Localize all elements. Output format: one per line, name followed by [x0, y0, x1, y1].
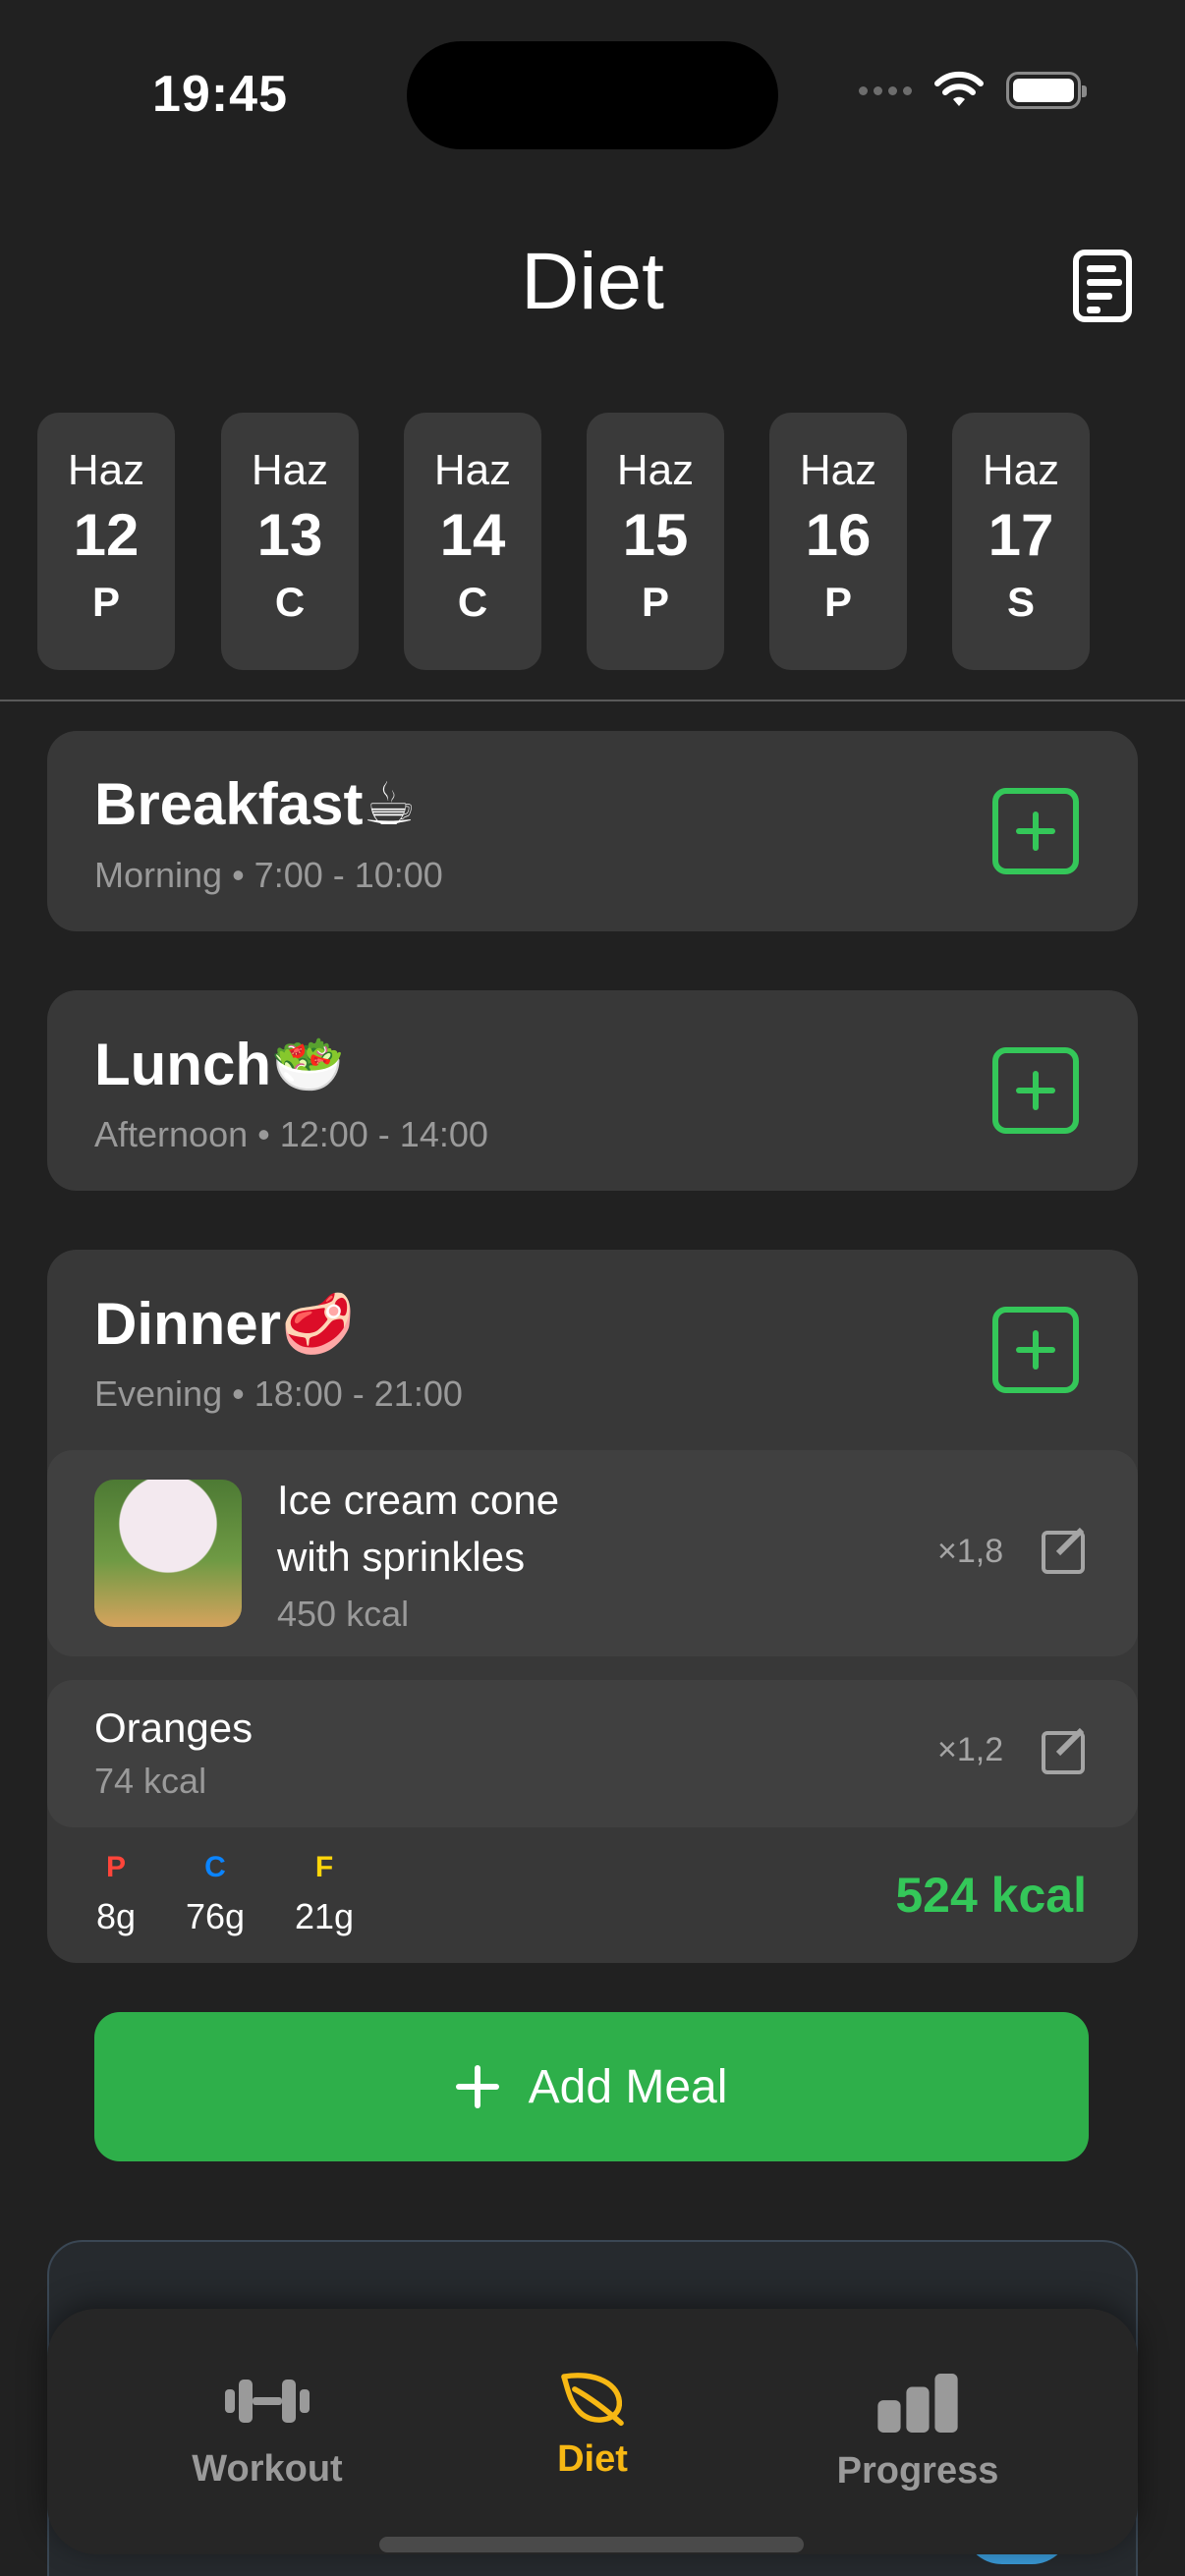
- plus-icon: [455, 2065, 499, 2108]
- day-month: Haz: [616, 446, 695, 494]
- edit-icon[interactable]: [1042, 1731, 1085, 1774]
- tab-diet[interactable]: Diet: [445, 2368, 740, 2481]
- day-number: 17: [988, 502, 1054, 568]
- day-card[interactable]: Haz 13 C: [221, 413, 359, 670]
- meal-total-kcal: 524 kcal: [895, 1868, 1087, 1923]
- add-food-button[interactable]: [992, 788, 1079, 874]
- day-month: Haz: [251, 446, 329, 494]
- divider: [0, 700, 1185, 701]
- tab-label: Diet: [557, 2438, 628, 2480]
- day-weekday: C: [274, 579, 306, 625]
- day-card[interactable]: Haz 14 C: [404, 413, 541, 670]
- day-weekday: P: [823, 579, 852, 625]
- tab-label: Workout: [192, 2448, 343, 2490]
- food-kcal: 74 kcal: [94, 1761, 207, 1801]
- meal-time-range: Morning • 7:00 - 10:00: [94, 855, 443, 895]
- meal-title: Lunch🥗: [94, 1032, 345, 1097]
- day-month: Haz: [67, 446, 145, 494]
- dumbbell-icon: [225, 2380, 310, 2423]
- macro-fat-label: F: [314, 1851, 334, 1883]
- food-item[interactable]: Oranges 74 kcal ×1,2: [47, 1680, 1138, 1827]
- day-number: 14: [439, 502, 506, 568]
- bar-chart-icon: [877, 2374, 958, 2433]
- macro-protein: P 8g: [94, 1851, 138, 1937]
- food-name-line2: with sprinkles: [277, 1534, 526, 1580]
- edit-icon[interactable]: [1042, 1531, 1085, 1574]
- day-month: Haz: [982, 446, 1060, 494]
- food-image: [94, 1480, 242, 1627]
- day-weekday: C: [457, 579, 488, 625]
- tab-workout[interactable]: Workout: [120, 2372, 415, 2491]
- food-multiplier: ×1,2: [937, 1731, 1004, 1768]
- day-month: Haz: [433, 446, 512, 494]
- day-number: 16: [805, 502, 872, 568]
- add-meal-label: Add Meal: [528, 2060, 728, 2113]
- day-number: 15: [622, 502, 689, 568]
- meal-card-breakfast: Breakfast☕ Morning • 7:00 - 10:00: [47, 731, 1138, 931]
- day-weekday: S: [1006, 579, 1035, 625]
- home-indicator[interactable]: [379, 2537, 804, 2552]
- macro-carbs-value: 76g: [185, 1896, 246, 1936]
- leaf-icon: [561, 2373, 624, 2427]
- meal-title: Dinner🥩: [94, 1291, 355, 1357]
- tab-progress[interactable]: Progress: [770, 2374, 1065, 2492]
- day-number: 13: [256, 502, 323, 568]
- macro-protein-value: 8g: [95, 1896, 137, 1936]
- battery-icon: [1006, 72, 1087, 109]
- day-weekday: P: [641, 579, 669, 625]
- food-multiplier: ×1,8: [937, 1533, 1004, 1570]
- macro-carbs: C 76g: [183, 1851, 248, 1937]
- macro-carbs-label: C: [204, 1851, 226, 1883]
- page-title: Diet: [521, 237, 664, 326]
- tab-bar: Workout Diet Progress: [47, 2309, 1138, 2554]
- day-weekday: P: [91, 579, 120, 625]
- food-name: Oranges: [94, 1705, 254, 1751]
- status-time: 19:45: [152, 66, 288, 123]
- day-card[interactable]: Haz 15 P: [587, 413, 724, 670]
- day-card[interactable]: Haz 17 S: [952, 413, 1090, 670]
- meal-card-dinner: Dinner🥩 Evening • 18:00 - 21:00 Ice crea…: [47, 1250, 1138, 1963]
- food-name-line1: Ice cream cone: [277, 1477, 560, 1523]
- food-item[interactable]: Ice cream cone with sprinkles 450 kcal ×…: [47, 1450, 1138, 1656]
- day-month: Haz: [799, 446, 877, 494]
- macro-fat: F 21g: [295, 1851, 354, 1937]
- add-meal-button[interactable]: Add Meal: [94, 2012, 1089, 2161]
- food-kcal: 450 kcal: [277, 1594, 410, 1634]
- meal-card-lunch: Lunch🥗 Afternoon • 12:00 - 14:00: [47, 990, 1138, 1191]
- tab-label: Progress: [836, 2450, 999, 2492]
- day-number: 12: [73, 502, 140, 568]
- dynamic-island: [407, 41, 778, 149]
- day-card[interactable]: Haz 16 P: [769, 413, 907, 670]
- meal-time-range: Afternoon • 12:00 - 14:00: [94, 1114, 488, 1154]
- day-card[interactable]: Haz 12 P: [37, 413, 175, 670]
- macro-protein-label: P: [105, 1851, 126, 1883]
- day-selector[interactable]: Haz 12 P Haz 13 C Haz 14 C Haz 15 P Haz …: [0, 413, 1185, 670]
- wifi-icon: [934, 71, 984, 106]
- meal-time-range: Evening • 18:00 - 21:00: [94, 1373, 463, 1414]
- status-icons: [859, 71, 1087, 110]
- meal-title: Breakfast☕: [94, 771, 417, 837]
- report-icon[interactable]: [1073, 250, 1132, 322]
- add-food-button[interactable]: [992, 1307, 1079, 1393]
- add-food-button[interactable]: [992, 1047, 1079, 1134]
- macro-fat-value: 21g: [295, 1896, 355, 1936]
- cellular-signal-icon: [859, 85, 912, 95]
